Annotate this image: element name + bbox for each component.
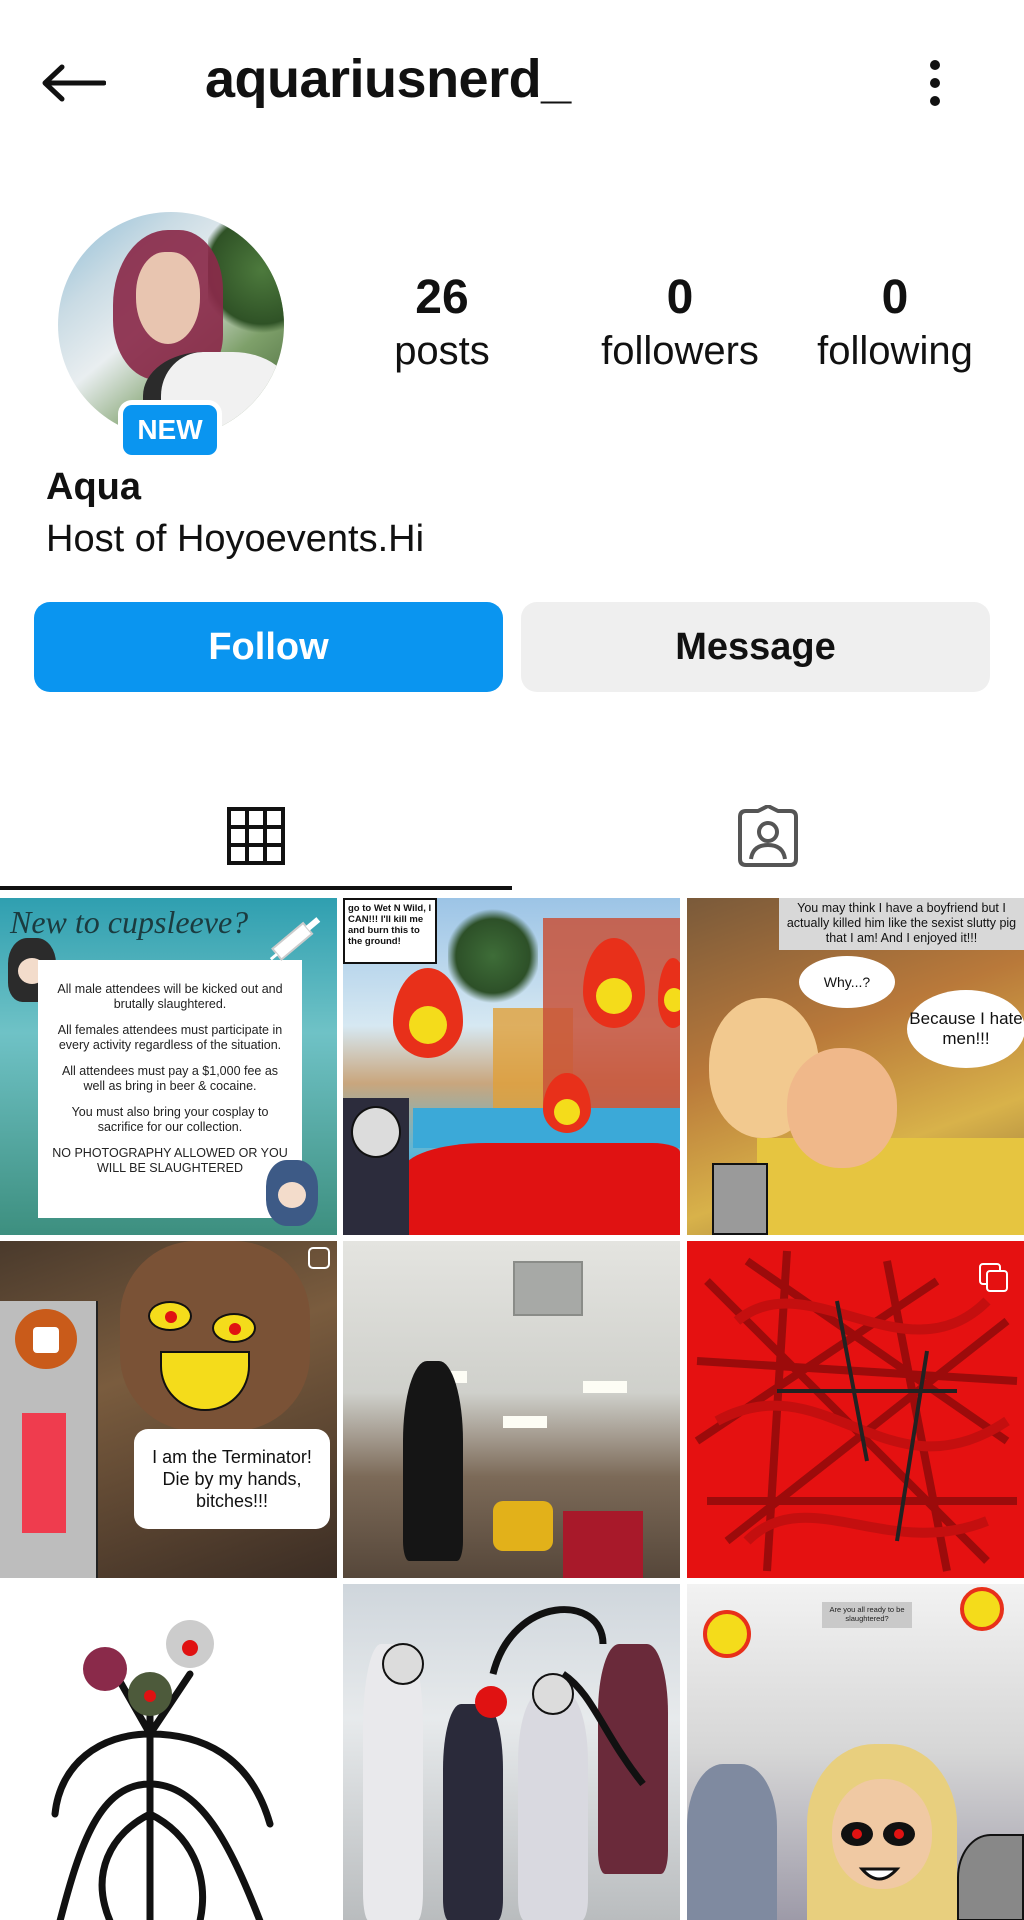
reel-icon: [308, 1247, 330, 1269]
arrow-left-icon: [42, 64, 106, 102]
stat-following-value: 0: [881, 271, 909, 324]
scribble-overlay: [382, 1606, 646, 1787]
profile-stats: 26 posts 0 followers 0 following: [370, 270, 990, 390]
stat-followers-value: 0: [666, 271, 694, 324]
tagged-person-icon: [738, 805, 798, 867]
scribble-art: [694, 1250, 1018, 1572]
post-1-line: NO PHOTOGRAPHY ALLOWED OR YOU WILL BE SL…: [52, 1146, 288, 1175]
post-thumbnail-8[interactable]: [343, 1584, 680, 1920]
top-bar: aquariusnerd_: [0, 0, 1024, 165]
post-1-rules-card: All male attendees will be kicked out an…: [38, 960, 302, 1218]
grid-icon: [227, 807, 285, 865]
post-3-caption: You may think I have a boyfriend but I a…: [779, 898, 1024, 950]
post-thumbnail-7[interactable]: [0, 1584, 337, 1920]
post-1-line: All male attendees will be kicked out an…: [57, 982, 283, 1011]
post-thumbnail-1[interactable]: New to cupsleeve? All male attendees wil…: [0, 898, 337, 1235]
profile-tabs: [0, 780, 1024, 892]
post-3-bubble-2: Because I hate men!!!: [907, 990, 1024, 1068]
active-tab-indicator: [0, 886, 512, 890]
post-2-note: go to Wet N Wild, I CAN!!! I'll kill me …: [343, 898, 437, 964]
stat-following[interactable]: 0 following: [785, 270, 1005, 376]
profile-username: aquariusnerd_: [205, 49, 571, 109]
post-1-line: You must also bring your cosplay to sacr…: [71, 1105, 269, 1134]
profile-bio: Host of Hoyoevents.Hi: [46, 518, 425, 560]
post-1-line: All attendees must pay a $1,000 fee as w…: [61, 1064, 279, 1093]
stat-posts-value: 26: [415, 271, 469, 324]
stat-followers[interactable]: 0 followers: [570, 270, 790, 376]
post-1-line: All females attendees must participate i…: [57, 1023, 283, 1052]
post-thumbnail-2[interactable]: go to Wet N Wild, I CAN!!! I'll kill me …: [343, 898, 680, 1235]
post-thumbnail-3[interactable]: You may think I have a boyfriend but I a…: [687, 898, 1024, 1235]
stat-posts[interactable]: 26 posts: [370, 270, 514, 376]
post-1-header: New to cupsleeve?: [10, 904, 249, 940]
message-button[interactable]: Message: [521, 602, 990, 692]
more-vertical-icon: [930, 60, 940, 106]
syringe-icon: [269, 917, 321, 961]
profile-display-name: Aqua: [46, 466, 141, 508]
more-options-button[interactable]: [905, 50, 965, 116]
tab-posts-grid[interactable]: [0, 780, 512, 892]
monster-drawing: [51, 1620, 274, 1920]
back-button[interactable]: [40, 50, 120, 116]
multiple-images-icon: [979, 1263, 1011, 1295]
doodle-overlay: [703, 1587, 1004, 1881]
tab-tagged[interactable]: [512, 780, 1024, 892]
post-3-bubble-1: Why...?: [799, 956, 895, 1008]
stat-following-label: following: [817, 329, 973, 373]
new-badge: NEW: [118, 400, 222, 460]
post-thumbnail-5[interactable]: [343, 1241, 680, 1578]
posts-grid: New to cupsleeve? All male attendees wil…: [0, 898, 1024, 1920]
new-badge-label: NEW: [123, 405, 217, 455]
post-thumbnail-9[interactable]: Are you all ready to be slaughtered?: [687, 1584, 1024, 1920]
post-thumbnail-4[interactable]: I am the Terminator! Die by my hands, bi…: [0, 1241, 337, 1578]
post-4-speech-bubble: I am the Terminator! Die by my hands, bi…: [134, 1429, 330, 1529]
follow-button[interactable]: Follow: [34, 602, 503, 692]
stat-posts-label: posts: [394, 329, 490, 373]
stat-followers-label: followers: [601, 329, 759, 373]
post-thumbnail-6[interactable]: [687, 1241, 1024, 1578]
